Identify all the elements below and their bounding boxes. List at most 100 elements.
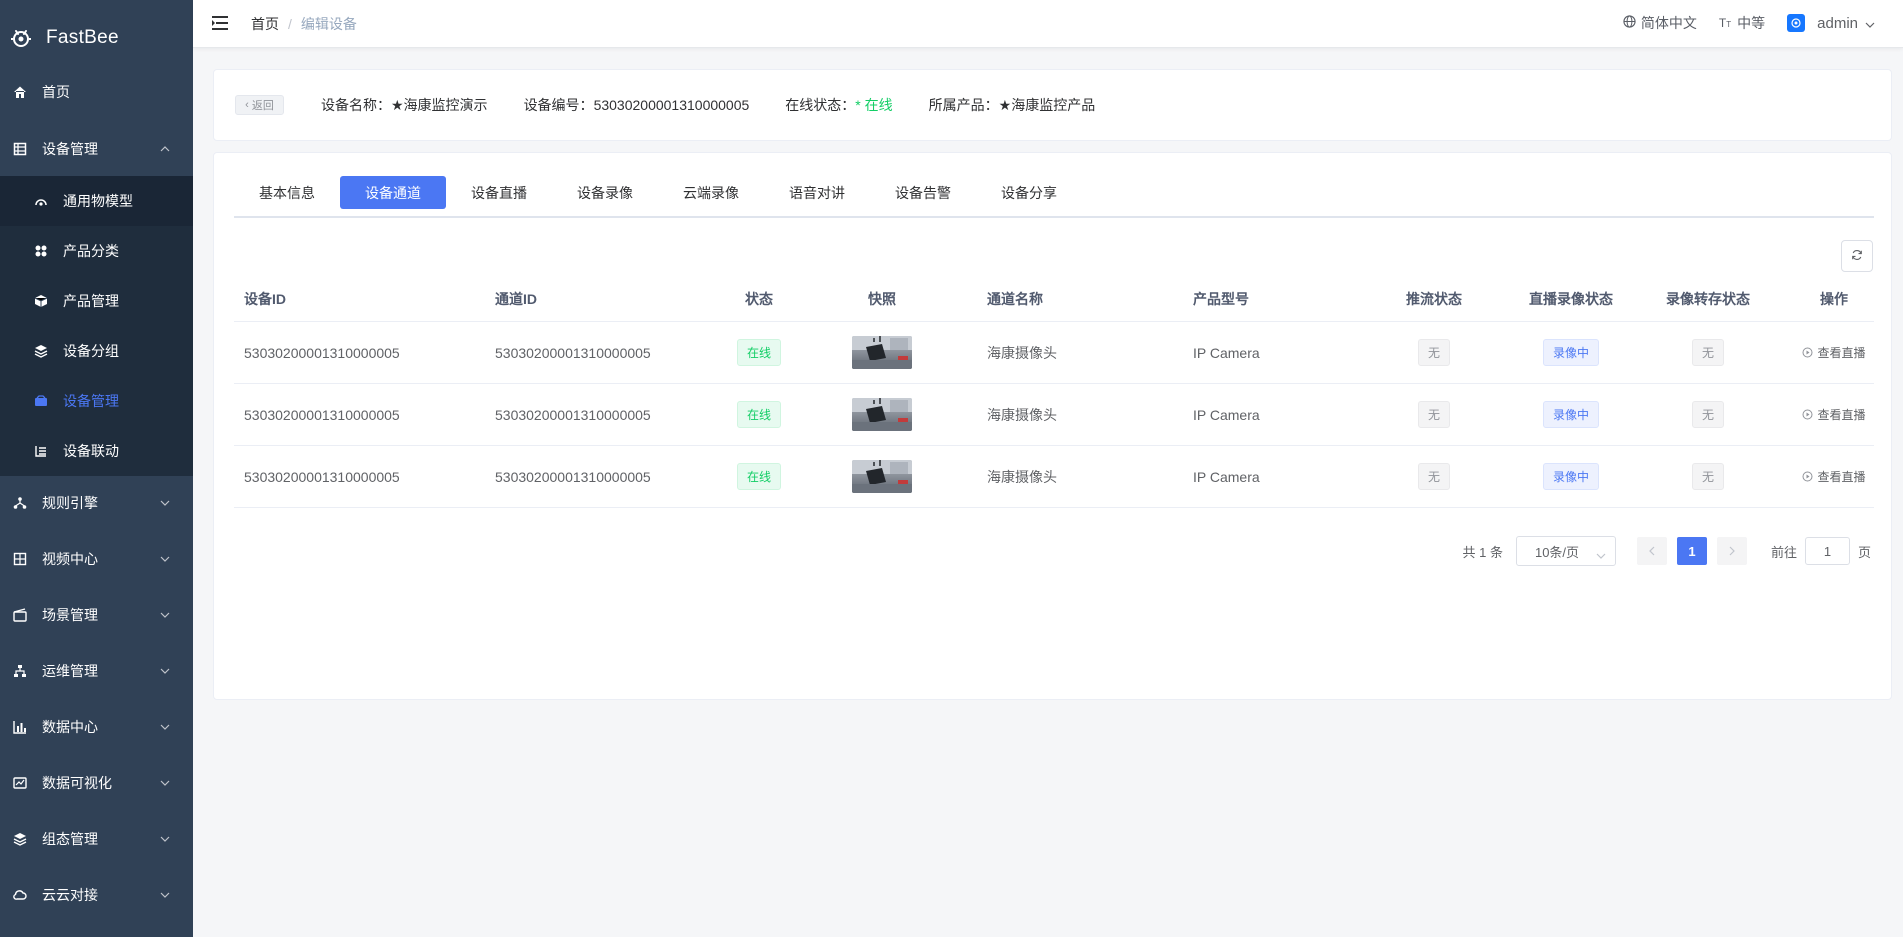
group-icon — [33, 343, 49, 359]
sidebar-item-rules[interactable]: 规则引擎 — [0, 479, 193, 527]
status-cell: 在线 — [729, 384, 789, 445]
sidebar-item-device-mgmt[interactable]: 设备管理 — [0, 125, 193, 173]
tab-basic-info[interactable]: 基本信息 — [234, 176, 340, 209]
sidebar-subitem-category[interactable]: 产品分类 — [0, 226, 193, 276]
scene-icon — [12, 607, 28, 623]
language-label: 简体中文 — [1640, 15, 1697, 31]
page-size-select[interactable]: 10条/页 — [1515, 536, 1616, 566]
snapshot-thumbnail[interactable] — [852, 398, 912, 431]
table-row: 53030200001310000005 5303020000131000000… — [234, 384, 1874, 446]
breadcrumb-separator: / — [288, 16, 292, 32]
snapshot-thumbnail[interactable] — [852, 460, 912, 493]
model-cell: IP Camera — [1193, 468, 1260, 485]
push-status-badge: 无 — [1417, 463, 1450, 490]
live-record-badge: 录像中 — [1542, 339, 1599, 366]
prev-page-button[interactable] — [1636, 537, 1667, 565]
tab-share[interactable]: 设备分享 — [976, 176, 1082, 209]
sidebar-subitem-linkage[interactable]: 设备联动 — [0, 426, 193, 476]
view-live-label: 查看直播 — [1817, 346, 1866, 360]
sidebar-subitem-label: 通用物模型 — [63, 193, 133, 209]
font-size-label: 中等 — [1737, 15, 1766, 31]
device-id-cell: 53030200001310000005 — [244, 468, 400, 485]
view-live-label: 查看直播 — [1817, 408, 1866, 422]
tab-alarms[interactable]: 设备告警 — [870, 176, 976, 209]
transfer-status-cell: 无 — [1653, 446, 1763, 507]
tab-channels[interactable]: 设备通道 — [340, 176, 446, 209]
next-page-button[interactable] — [1716, 537, 1747, 565]
logo[interactable]: FastBee — [0, 0, 193, 75]
ops-icon — [12, 663, 28, 679]
sidebar-subitem-label: 产品管理 — [63, 293, 119, 309]
tab-cloud-recordings[interactable]: 云端录像 — [658, 176, 764, 209]
online-status-field: 在线状态： * 在线 — [785, 95, 892, 115]
sidebar-item-scene[interactable]: 场景管理 — [0, 591, 193, 639]
transfer-status-badge: 无 — [1691, 463, 1724, 490]
category-icon — [33, 243, 49, 259]
page-number[interactable]: 1 — [1676, 537, 1707, 565]
device-icon — [33, 393, 49, 409]
snapshot-thumbnail[interactable] — [852, 336, 912, 369]
page-size-value: 10条/页 — [1534, 544, 1580, 560]
sidebar-item-label: 数据可视化 — [42, 775, 112, 791]
user-menu[interactable]: admin — [1787, 14, 1875, 32]
sidebar-item-video[interactable]: 视频中心 — [0, 535, 193, 583]
channel-id-cell: 53030200001310000005 — [495, 406, 651, 423]
action-cell: 查看直播 — [1794, 322, 1874, 383]
home-icon — [12, 84, 28, 100]
sidebar-item-data-center[interactable]: 数据中心 — [0, 703, 193, 751]
sidebar-item-label: 首页 — [42, 84, 70, 100]
sidebar-subitem-product[interactable]: 产品管理 — [0, 276, 193, 326]
model-cell: IP Camera — [1193, 406, 1260, 423]
pagination-total: 共 1 条 — [1462, 544, 1503, 560]
device-serial-field: 设备编号： 53030200001310000005 — [524, 95, 750, 115]
sidebar-subitem-group[interactable]: 设备分组 — [0, 326, 193, 376]
column-header: 通道名称 — [987, 290, 1043, 307]
table-row: 53030200001310000005 5303020000131000000… — [234, 446, 1874, 508]
sidebar-item-configuration[interactable]: 组态管理 — [0, 815, 193, 863]
tab-intercom[interactable]: 语音对讲 — [764, 176, 870, 209]
play-circle-icon — [1802, 347, 1813, 358]
sidebar-subitem-label: 设备管理 — [63, 393, 119, 409]
sidebar-subitem-label: 产品分类 — [63, 243, 119, 259]
page-suffix: 页 — [1857, 544, 1871, 560]
pagination: 共 1 条 10条/页 1 前往 1 页 — [1462, 536, 1871, 566]
status-badge: 在线 — [736, 339, 781, 366]
sidebar-subitem-device[interactable]: 设备管理 — [0, 376, 193, 426]
font-size-icon: TT — [1718, 16, 1732, 30]
chart-icon — [12, 719, 28, 735]
sidebar-item-ops[interactable]: 运维管理 — [0, 647, 193, 695]
view-live-button[interactable]: 查看直播 — [1802, 468, 1866, 485]
goto-page-input[interactable]: 1 — [1804, 537, 1850, 565]
chevron-up-icon — [159, 143, 171, 155]
view-live-button[interactable]: 查看直播 — [1802, 344, 1866, 361]
chevron-down-icon — [159, 497, 171, 509]
channel-name-cell: 海康摄像头 — [987, 344, 1057, 361]
tab-recordings[interactable]: 设备录像 — [552, 176, 658, 209]
hamburger-icon[interactable] — [210, 13, 230, 33]
layers-icon — [12, 831, 28, 847]
view-live-label: 查看直播 — [1817, 470, 1866, 484]
play-circle-icon — [1802, 471, 1813, 482]
sidebar-subitem-model[interactable]: 通用物模型 — [0, 176, 193, 226]
channel-id-cell: 53030200001310000005 — [495, 344, 651, 361]
view-live-button[interactable]: 查看直播 — [1802, 406, 1866, 423]
tab-live[interactable]: 设备直播 — [446, 176, 552, 209]
column-header: 产品型号 — [1193, 290, 1249, 307]
sidebar-item-cloud[interactable]: 云云对接 — [0, 871, 193, 919]
device-tabs: 基本信息 设备通道 设备直播 设备录像 云端录像 语音对讲 设备告警 设备分享 — [234, 176, 1874, 218]
sidebar-item-visualization[interactable]: 数据可视化 — [0, 759, 193, 807]
back-button[interactable]: ‹ 返回 — [235, 95, 284, 115]
sidebar-item-home[interactable]: 首页 — [0, 68, 193, 116]
push-status-badge: 无 — [1417, 401, 1450, 428]
live-record-badge: 录像中 — [1542, 401, 1599, 428]
device-serial-value: 53030200001310000005 — [593, 97, 750, 113]
chevron-left-icon — [1649, 544, 1655, 559]
refresh-button[interactable] — [1841, 240, 1873, 272]
font-size-switcher[interactable]: TT 中等 — [1719, 13, 1765, 33]
language-switcher[interactable]: 简体中文 — [1623, 13, 1697, 33]
globe-icon — [1623, 15, 1641, 31]
breadcrumb-home[interactable]: 首页 — [251, 14, 279, 34]
video-icon — [12, 551, 28, 567]
product-field: 所属产品： ★海康监控产品 — [929, 95, 1096, 115]
app-name: FastBee — [46, 26, 119, 48]
